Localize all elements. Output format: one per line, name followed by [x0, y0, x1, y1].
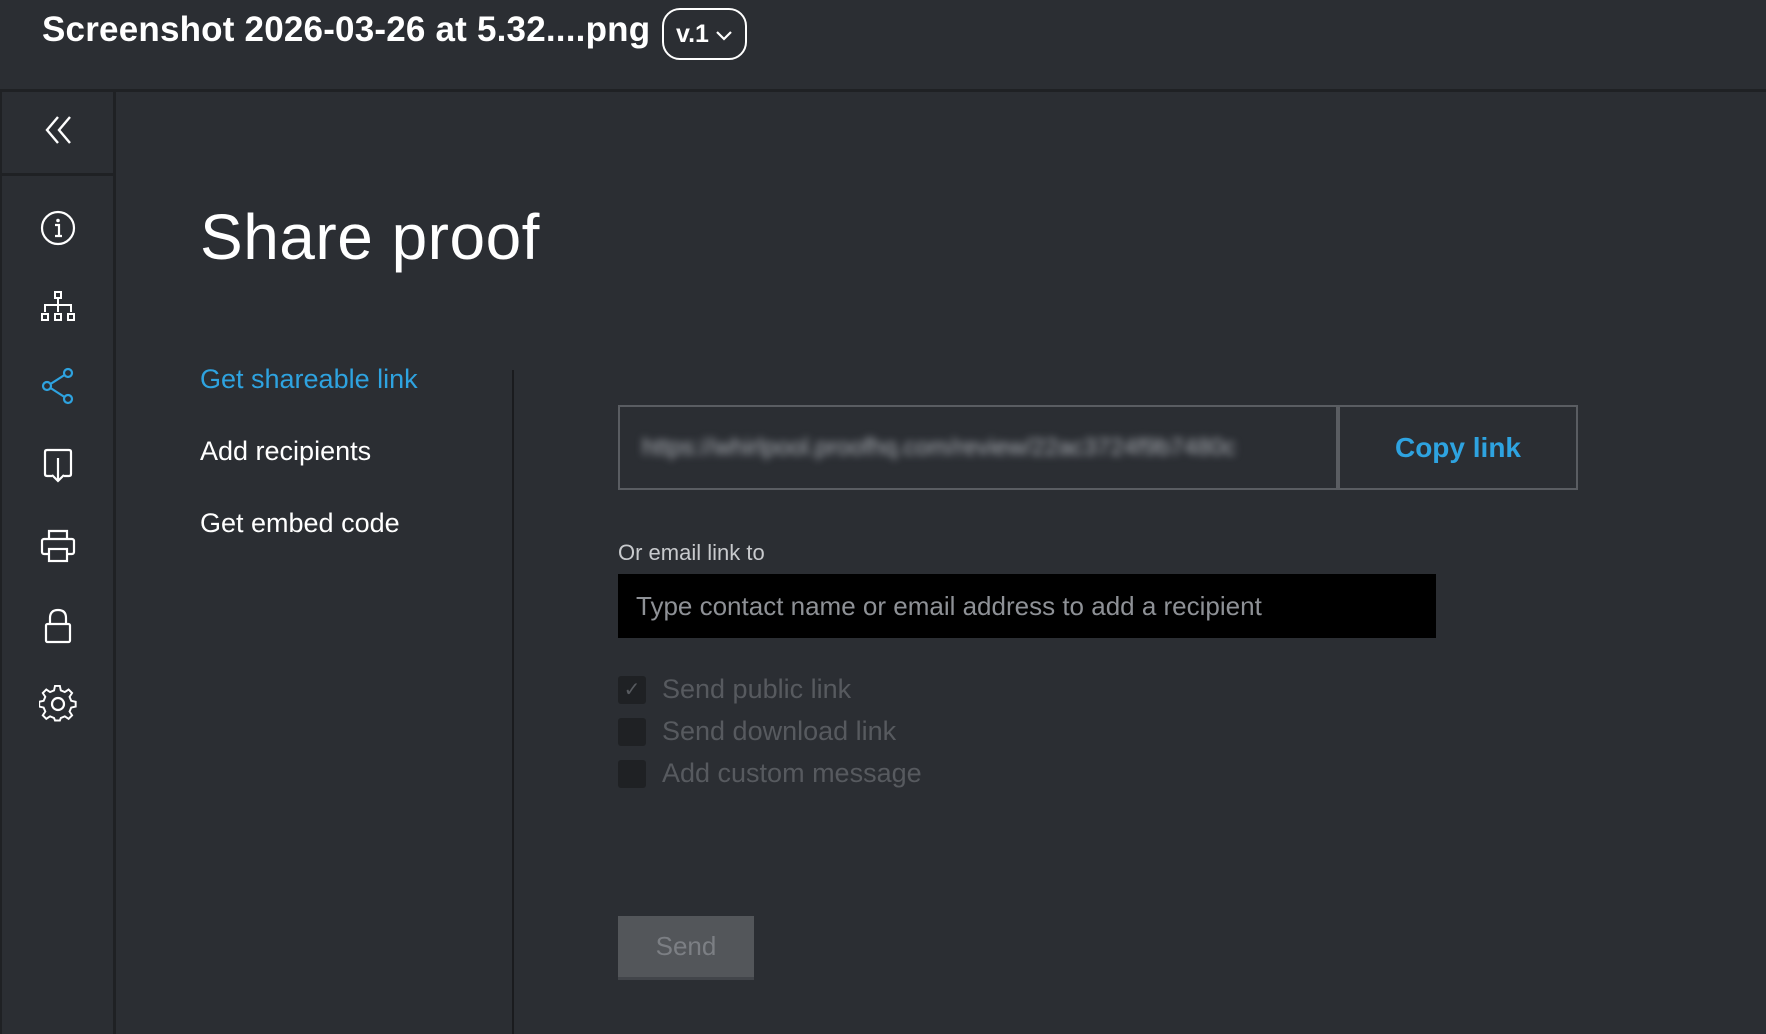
- option-send-public-link: ✓ Send public link: [618, 674, 851, 705]
- option-label: Send public link: [662, 674, 852, 704]
- recipient-email-input[interactable]: [618, 574, 1436, 638]
- version-selector[interactable]: v.1: [662, 8, 747, 60]
- add-custom-message-checkbox[interactable]: [618, 759, 646, 788]
- send-download-link-checkbox[interactable]: [618, 717, 646, 746]
- option-send-download-link: Send download link: [618, 716, 896, 747]
- send-button[interactable]: Send: [618, 916, 754, 980]
- print-icon[interactable]: [36, 524, 80, 568]
- hierarchy-icon[interactable]: [36, 286, 80, 330]
- share-icon[interactable]: [36, 364, 80, 408]
- share-link-field[interactable]: https://whirlpool.proofhq.com/review/22a…: [618, 405, 1338, 490]
- copy-link-button[interactable]: Copy link: [1338, 405, 1578, 490]
- top-bar: Screenshot 2026-03-26 at 5.32....png v.1: [0, 0, 1766, 92]
- send-public-link-checkbox[interactable]: ✓: [618, 675, 646, 704]
- subnav-get-shareable-link[interactable]: Get shareable link: [200, 364, 418, 395]
- subnav-get-embed-code[interactable]: Get embed code: [200, 508, 400, 539]
- vertical-divider: [512, 370, 514, 1034]
- version-label: v.1: [676, 19, 709, 48]
- file-title: Screenshot 2026-03-26 at 5.32....png: [42, 10, 651, 49]
- option-add-custom-message: Add custom message: [618, 758, 922, 789]
- info-icon[interactable]: [36, 206, 80, 250]
- lock-icon[interactable]: [36, 604, 80, 648]
- option-label: Add custom message: [662, 758, 922, 788]
- download-icon[interactable]: [36, 444, 80, 488]
- sidebar: [0, 92, 116, 1034]
- gear-icon[interactable]: [36, 682, 80, 726]
- double-chevron-left-icon: [44, 114, 74, 151]
- share-link-text: https://whirlpool.proofhq.com/review/22a…: [642, 433, 1236, 461]
- collapse-sidebar-button[interactable]: [2, 92, 116, 176]
- option-label: Send download link: [662, 716, 897, 746]
- chevron-down-icon: [715, 20, 733, 49]
- page-title: Share proof: [200, 201, 540, 273]
- subnav-add-recipients[interactable]: Add recipients: [200, 436, 371, 467]
- email-label: Or email link to: [618, 540, 765, 565]
